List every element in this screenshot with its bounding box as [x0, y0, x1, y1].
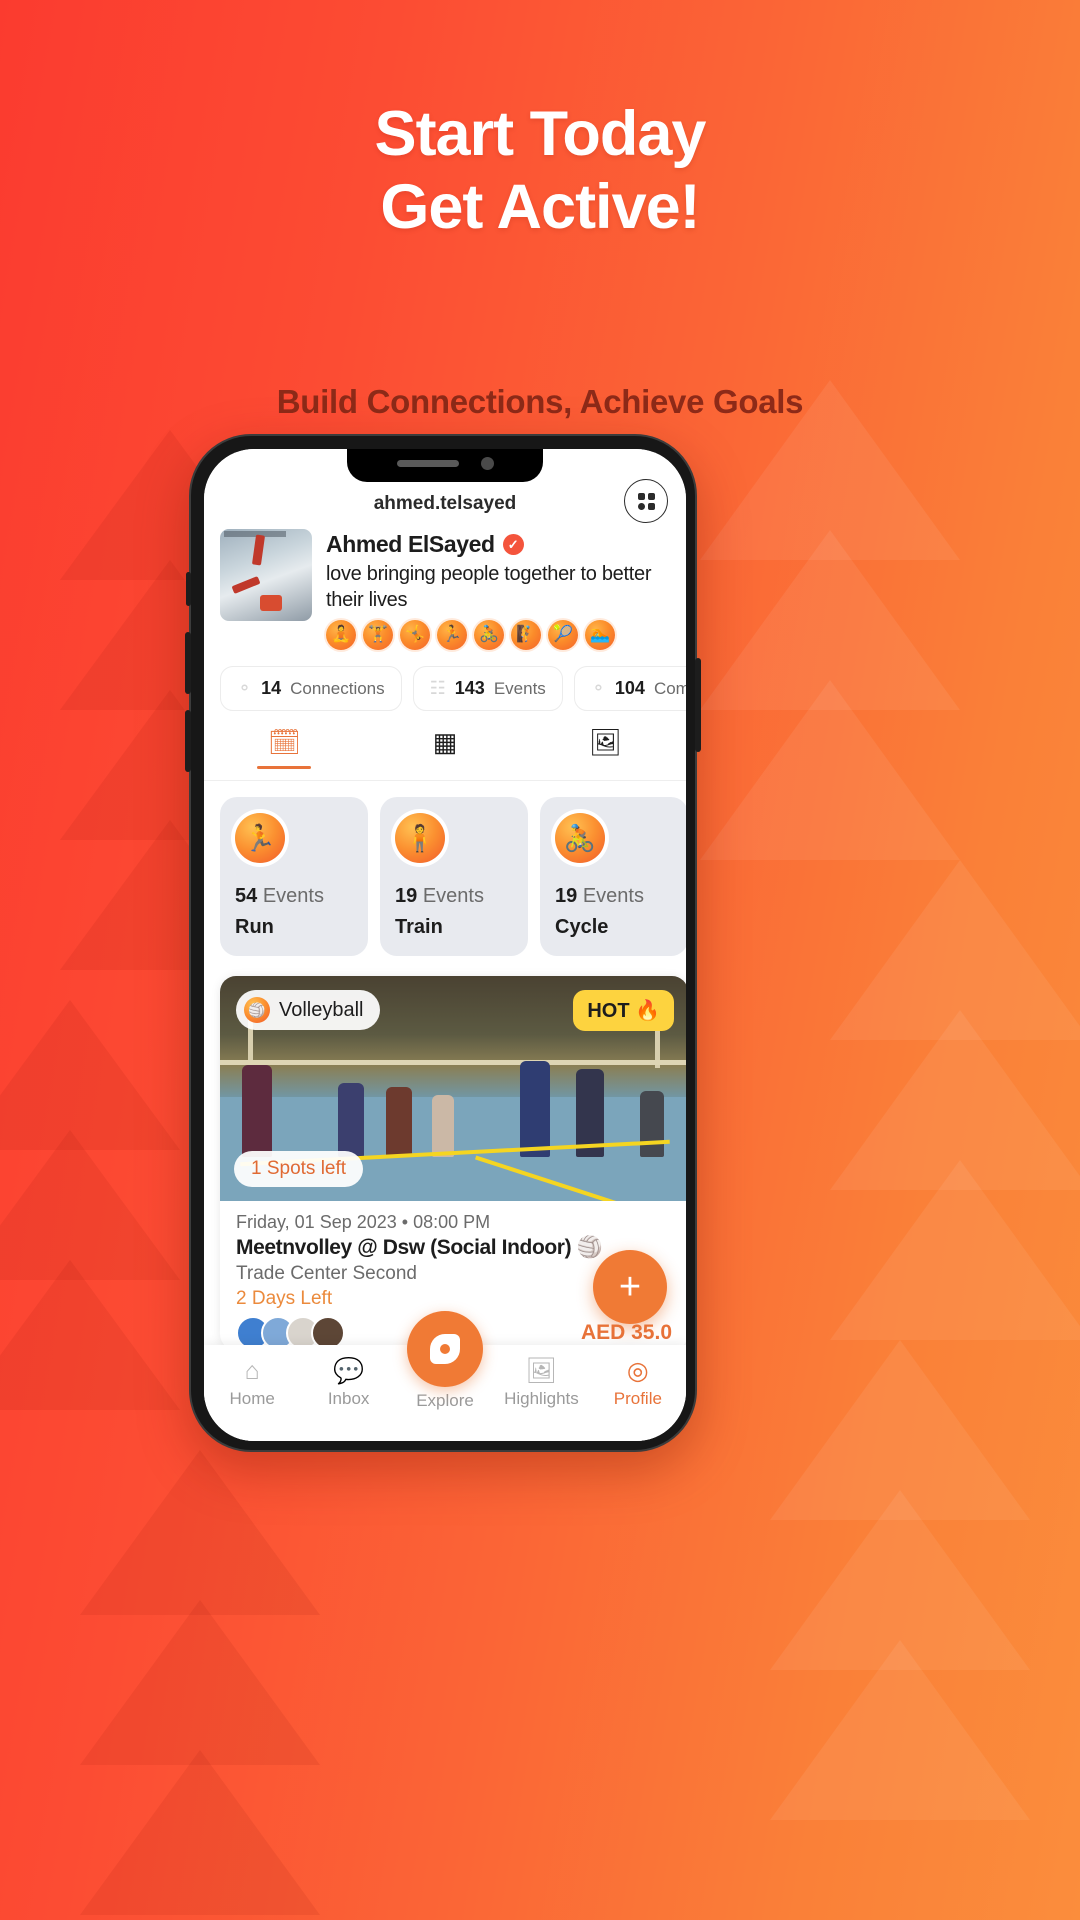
profile-name: Ahmed ElSayed — [326, 531, 495, 557]
add-event-button[interactable]: + — [593, 1250, 667, 1324]
nav-label: Highlights — [504, 1389, 579, 1408]
nav-home[interactable]: ⌂ Home — [204, 1359, 300, 1409]
bottom-navigation: ⌂ Home 💬 Inbox Explore 🖼 Highlights ◎ Pr… — [204, 1311, 686, 1441]
sport-badge-icon[interactable]: 🧘 — [326, 620, 356, 651]
phone-screen: ahmed.telsayed Ahmed ElSayed ✓ love brin… — [204, 449, 686, 1441]
mute-switch — [186, 572, 191, 606]
sport-badges: 🧘 🏋 🤸 🏃 🚴 🧗 🎾 🏊 — [326, 620, 670, 651]
event-sport-label: Volleyball — [279, 998, 364, 1021]
hot-badge: HOT 🔥 — [573, 990, 674, 1032]
stat-value: 143 — [454, 678, 485, 699]
category-name: Train — [395, 916, 443, 939]
tab-grid[interactable]: ▦ — [365, 729, 526, 780]
stat-events[interactable]: ☷ 143 Events — [412, 666, 563, 712]
event-sport-chip[interactable]: 🏐 Volleyball — [236, 990, 380, 1031]
category-name: Run — [235, 916, 274, 939]
grid-menu-button[interactable] — [624, 479, 668, 523]
profile-handle: ahmed.telsayed — [373, 493, 517, 514]
nav-explore[interactable]: Explore — [397, 1311, 493, 1411]
stat-connections[interactable]: ⚬ 14 Connections — [220, 666, 402, 712]
home-icon: ⌂ — [244, 1357, 260, 1385]
volleyball-icon: 🏐 — [244, 997, 270, 1024]
profile-name-row: Ahmed ElSayed ✓ — [326, 531, 670, 558]
promo-subheadline: Build Connections, Achieve Goals — [276, 383, 804, 420]
category-count-label: Events — [422, 885, 484, 908]
run-icon: 🏃 — [235, 813, 285, 864]
train-icon: 🧍 — [395, 813, 445, 864]
verified-badge-icon: ✓ — [502, 534, 524, 555]
profile-stats: ⚬ 14 Connections ☷ 143 Events ⚬ 104 Comm… — [204, 650, 686, 712]
stat-value: 14 — [261, 678, 282, 699]
nav-highlights[interactable]: 🖼 Highlights — [493, 1359, 589, 1409]
headline-line1: Start Today — [374, 99, 707, 169]
category-count-label: Events — [262, 885, 324, 908]
headline-line2: Get Active! — [380, 172, 700, 243]
profile-tabs: 🗓 ▦ 🖼 — [204, 729, 686, 782]
nav-inbox[interactable]: 💬 Inbox — [300, 1359, 396, 1409]
tab-events[interactable]: 🗓 — [204, 729, 365, 780]
category-count: 54 — [235, 885, 258, 908]
power-button — [695, 658, 701, 752]
tab-underline — [418, 766, 472, 769]
category-count-label: Events — [582, 885, 644, 908]
category-card[interactable]: 🚴 19 Events Cycle — [540, 797, 686, 957]
category-count: 19 — [395, 885, 418, 908]
nav-label: Explore — [416, 1391, 474, 1410]
camera-icon — [480, 457, 494, 470]
sport-badge-icon[interactable]: 🏊 — [585, 620, 615, 651]
avatar[interactable] — [220, 529, 312, 621]
speaker-icon — [396, 460, 459, 467]
cycle-icon: 🚴 — [555, 813, 605, 864]
sport-badge-icon[interactable]: 🏃 — [437, 620, 467, 651]
nav-label: Home — [229, 1389, 275, 1408]
sport-badge-icon[interactable]: 🚴 — [474, 620, 504, 651]
nav-label: Profile — [613, 1389, 662, 1408]
calendar-icon: 🗓 — [267, 727, 301, 758]
promo-headline: Start Today Get Active! — [0, 98, 1080, 244]
tab-underline — [257, 766, 312, 770]
volume-down-button — [185, 710, 191, 772]
stat-communities[interactable]: ⚬ 104 Communities — [573, 666, 686, 712]
tab-media[interactable]: 🖼 — [525, 729, 686, 780]
category-count: 19 — [555, 885, 578, 908]
sport-badge-icon[interactable]: 🤸 — [400, 620, 430, 651]
photo-icon: 🖼 — [589, 727, 623, 758]
stat-value: 104 — [614, 678, 645, 699]
stat-label: Connections — [290, 678, 385, 698]
spots-left-badge: 1 Spots left — [234, 1151, 364, 1188]
highlights-icon: 🖼 — [525, 1357, 558, 1385]
phone-notch — [347, 449, 543, 482]
tab-underline — [579, 766, 633, 769]
category-name: Cycle — [555, 916, 609, 939]
profile-icon: ◎ — [626, 1357, 649, 1385]
event-datetime: Friday, 01 Sep 2023 • 08:00 PM — [236, 1212, 491, 1233]
connections-icon: ⚬ — [237, 678, 253, 699]
events-document-icon: ☷ — [429, 678, 446, 699]
nav-label: Inbox — [327, 1389, 370, 1408]
sport-badge-icon[interactable]: 🏋 — [363, 620, 393, 651]
communities-icon: ⚬ — [590, 678, 606, 699]
sport-badge-icon[interactable]: 🎾 — [548, 620, 578, 651]
sport-badge-icon[interactable]: 🧗 — [511, 620, 541, 651]
stat-label: Communities — [653, 678, 686, 698]
phone-mockup: ahmed.telsayed Ahmed ElSayed ✓ love brin… — [185, 434, 701, 1452]
app-content: ahmed.telsayed Ahmed ElSayed ✓ love brin… — [204, 449, 686, 1441]
grid-icon: ▦ — [432, 727, 458, 758]
explore-icon[interactable] — [407, 1311, 484, 1387]
nav-profile[interactable]: ◎ Profile — [590, 1359, 686, 1409]
category-carousel[interactable]: 🏃 54 Events Run 🧍 19 Events Train 🚴 19 E… — [204, 781, 686, 957]
event-photo: 🏐 Volleyball HOT 🔥 1 Spots left — [220, 976, 686, 1202]
inbox-icon: 💬 — [333, 1357, 365, 1385]
profile-header: Ahmed ElSayed ✓ love bringing people tog… — [204, 523, 686, 651]
category-card[interactable]: 🧍 19 Events Train — [380, 797, 528, 957]
grid-menu-icon — [637, 492, 655, 510]
event-price: AED 35.0 — [580, 1321, 672, 1345]
stat-label: Events — [493, 678, 546, 698]
volume-up-button — [185, 632, 191, 694]
profile-bio: love bringing people together to better … — [326, 563, 652, 611]
category-card[interactable]: 🏃 54 Events Run — [220, 797, 368, 957]
